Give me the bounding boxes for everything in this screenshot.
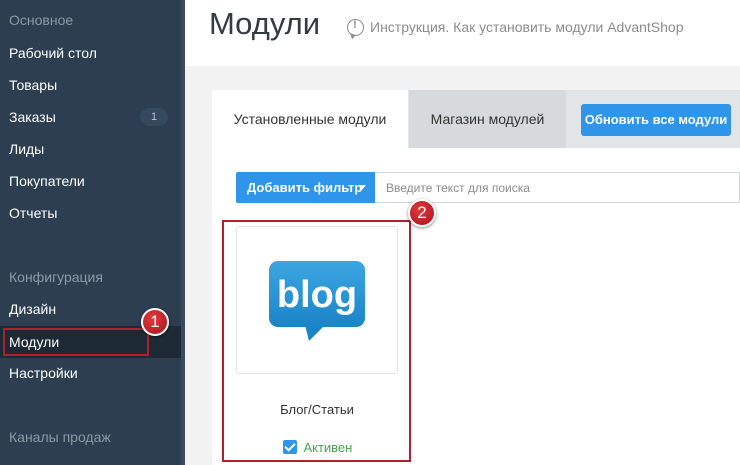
sidebar-section-main: Основное	[9, 12, 74, 28]
sidebar-item-label: Товары	[9, 77, 58, 93]
module-status-label: Активен	[303, 440, 353, 455]
help-instruction-link[interactable]: Инструкция. Как установить модули Advant…	[370, 19, 684, 35]
add-filter-button[interactable]: Добавить фильтр	[236, 172, 375, 203]
sidebar-item-label: Заказы	[9, 109, 56, 125]
sidebar-item-leads[interactable]: Лиды	[0, 133, 181, 165]
sidebar-item-products[interactable]: Товары	[0, 69, 181, 101]
marker-2: 2	[408, 199, 436, 227]
sidebar-item-label: Настройки	[9, 365, 78, 381]
page-title: Модули	[209, 6, 321, 41]
blog-logo-icon: blog	[269, 261, 365, 341]
sidebar-section-channels: Каналы продаж	[9, 429, 111, 445]
tabs-bar: Установленные модули Магазин модулей Обн…	[212, 90, 740, 148]
caret-down-icon	[358, 185, 366, 190]
tab-installed-modules[interactable]: Установленные модули	[212, 90, 408, 148]
sidebar-divider	[181, 0, 185, 465]
highlight-frame-modules	[3, 328, 149, 356]
speech-bubble-info-icon[interactable]	[347, 19, 364, 36]
blog-logo-text: blog	[277, 274, 357, 316]
modules-panel: Установленные модули Магазин модулей Обн…	[212, 90, 740, 465]
sidebar-item-reports[interactable]: Отчеты	[0, 197, 181, 229]
module-title[interactable]: Блог/Статьи	[236, 402, 398, 417]
orders-count-badge: 1	[140, 108, 168, 126]
page-header: Модули Инструкция. Как установить модули…	[185, 0, 740, 66]
add-filter-label: Добавить фильтр	[247, 180, 363, 195]
module-status: Активен	[283, 439, 352, 457]
sidebar: Основное Рабочий стол Товары Заказы 1 Ли…	[0, 0, 183, 465]
refresh-all-modules-button[interactable]: Обновить все модули	[581, 104, 731, 136]
sidebar-item-settings[interactable]: Настройки	[0, 357, 181, 389]
sidebar-item-customers[interactable]: Покупатели	[0, 165, 181, 197]
active-checkbox[interactable]	[283, 440, 297, 454]
sidebar-item-label: Лиды	[9, 141, 45, 157]
sidebar-item-label: Отчеты	[9, 205, 58, 221]
sidebar-item-orders[interactable]: Заказы 1	[0, 101, 181, 133]
sidebar-section-config: Конфигурация	[9, 269, 103, 285]
sidebar-item-dashboard[interactable]: Рабочий стол	[0, 37, 181, 69]
sidebar-item-label: Покупатели	[9, 173, 85, 189]
module-card-image[interactable]: blog	[236, 226, 398, 374]
tab-modules-store[interactable]: Магазин модулей	[409, 90, 566, 148]
sidebar-item-label: Рабочий стол	[9, 45, 97, 61]
sidebar-item-label: Дизайн	[9, 301, 57, 317]
marker-1: 1	[141, 308, 169, 336]
search-input[interactable]	[375, 172, 740, 203]
